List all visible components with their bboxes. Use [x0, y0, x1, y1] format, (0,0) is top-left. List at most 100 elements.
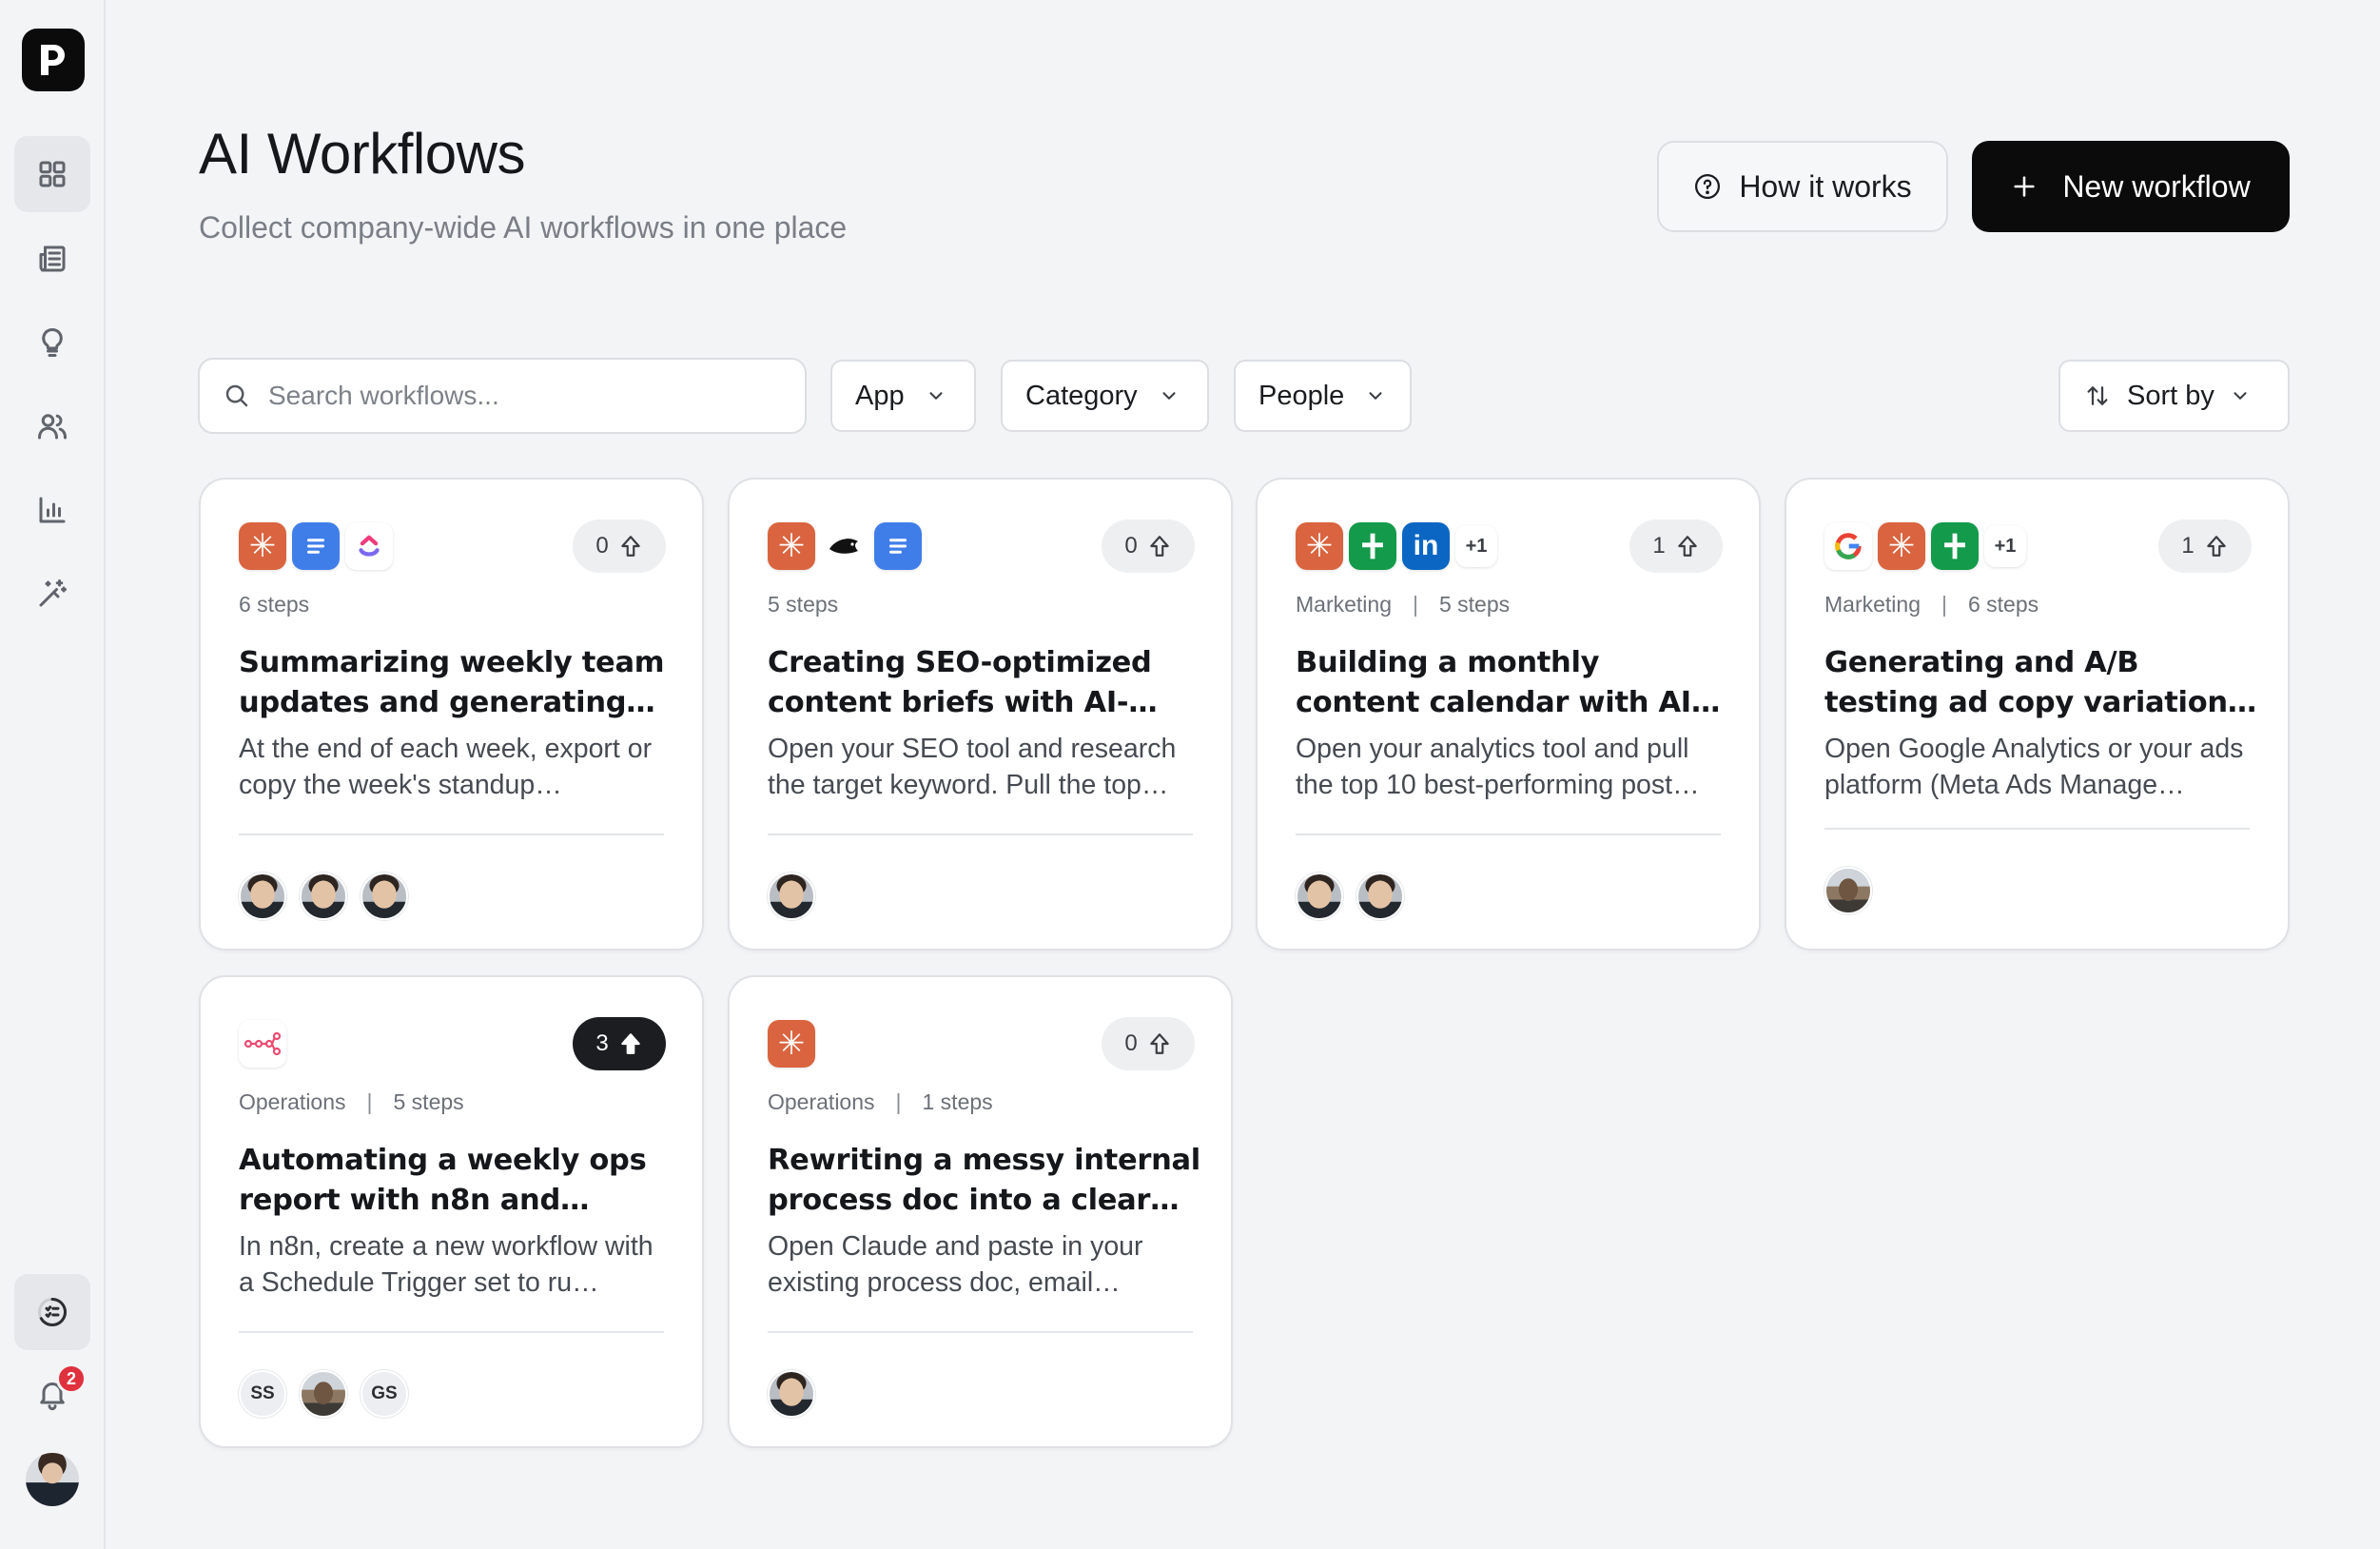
chevron-down-icon	[929, 392, 943, 400]
workflow-card[interactable]: ✳ 0 Operations | 1 steps Rewriting a mes…	[728, 975, 1233, 1448]
arrow-up-icon	[620, 1033, 640, 1054]
card-steps: 6 steps	[239, 592, 310, 617]
app-icons: ✳	[768, 1020, 815, 1068]
claude-icon: ✳	[768, 1020, 815, 1068]
meta-separator: |	[895, 1089, 902, 1114]
card-contributors	[239, 873, 408, 920]
new-workflow-label: New workflow	[2062, 168, 2251, 204]
linkedin-icon: in	[1402, 522, 1450, 570]
notification-badge: 2	[56, 1363, 87, 1394]
new-workflow-button[interactable]: New workflow	[1972, 141, 2290, 232]
card-steps: 1 steps	[922, 1089, 993, 1114]
sidebar-item-library[interactable]	[14, 221, 90, 297]
more-apps-badge: +1	[1455, 525, 1497, 567]
avatar	[768, 873, 815, 920]
page-title: AI Workflows	[199, 122, 525, 186]
upvote-count: 1	[1652, 533, 1666, 559]
avatar	[300, 1370, 347, 1418]
upvote-button[interactable]: 0	[1102, 1017, 1195, 1070]
card-contributors: SS GS	[239, 1370, 408, 1418]
card-description: Open Claude and paste in your existing p…	[768, 1231, 1143, 1298]
workflow-card[interactable]: ✳ in +1 1 Marketing | 5 steps Building a…	[1256, 478, 1761, 951]
more-apps-badge: +1	[1984, 525, 2026, 567]
card-title: Summarizing weekly team updates and gene…	[239, 646, 665, 719]
sidebar-item-ai-tools[interactable]	[14, 556, 90, 632]
meta-separator: |	[1412, 592, 1418, 617]
sidebar-item-analytics[interactable]	[14, 472, 90, 548]
workflow-card[interactable]: ✳ +1 1 Marketing | 6 steps Generating an…	[1785, 478, 2290, 951]
how-it-works-button[interactable]: How it works	[1657, 141, 1948, 232]
avatar	[1356, 873, 1404, 920]
sidebar-item-dashboard[interactable]	[14, 136, 90, 212]
arrow-up-icon	[1677, 536, 1697, 557]
how-it-works-label: How it works	[1739, 168, 1912, 204]
card-title: Building a monthly content calendar with…	[1296, 646, 1704, 719]
app-logo[interactable]	[22, 29, 85, 91]
card-category: Operations	[768, 1089, 875, 1114]
sidebar-item-ideas[interactable]	[14, 304, 90, 381]
upvote-button[interactable]: 0	[573, 520, 666, 573]
upvote-button[interactable]: 3	[573, 1017, 666, 1070]
app-filter-dropdown[interactable]: App	[830, 360, 976, 432]
card-steps: 5 steps	[1438, 592, 1511, 617]
sort-by-dropdown[interactable]: Sort by	[2058, 360, 2290, 432]
card-description: Open your analytics tool and pull the to…	[1296, 734, 1700, 800]
card-category: Operations	[239, 1089, 346, 1114]
current-user-avatar[interactable]	[26, 1453, 79, 1506]
claude-icon: ✳	[1878, 522, 1925, 570]
grid-icon	[39, 161, 66, 187]
page-subtitle: Collect company-wide AI workflows in one…	[199, 210, 848, 245]
arrow-up-icon	[1149, 536, 1169, 557]
google-icon	[1824, 522, 1872, 570]
app-icons: ✳ in +1	[1296, 522, 1497, 570]
search-box	[198, 358, 807, 434]
search-icon	[225, 384, 248, 407]
upvote-button[interactable]: 0	[1102, 520, 1195, 573]
sort-arrows-icon	[2087, 386, 2108, 405]
google-docs-icon	[292, 522, 340, 570]
avatar	[300, 873, 347, 920]
arrow-up-icon	[1149, 1033, 1169, 1054]
card-meta: Operations | 1 steps	[768, 1089, 993, 1115]
sidebar-item-people[interactable]	[14, 388, 90, 464]
sidebar-item-checklist[interactable]	[14, 1274, 90, 1350]
workflow-card[interactable]: 3 Operations | 5 steps Automating a week…	[199, 975, 704, 1448]
avatar	[1824, 867, 1872, 914]
n8n-icon	[239, 1020, 286, 1068]
chevron-down-icon	[1162, 392, 1176, 400]
avatar	[239, 873, 286, 920]
card-meta: Marketing | 6 steps	[1824, 592, 2039, 618]
card-meta: 6 steps	[239, 592, 309, 618]
arrow-up-icon	[2206, 536, 2226, 557]
upvote-button[interactable]: 1	[2158, 520, 2252, 573]
upvote-button[interactable]: 1	[1629, 520, 1723, 573]
people-filter-dropdown[interactable]: People	[1234, 360, 1412, 432]
category-filter-dropdown[interactable]: Category	[1001, 360, 1209, 432]
sidebar: 2	[0, 0, 106, 1549]
card-meta: 5 steps	[768, 592, 838, 618]
google-docs-icon	[874, 522, 922, 570]
logo-icon	[41, 45, 65, 75]
search-input[interactable]	[268, 381, 782, 411]
app-filter-label: App	[855, 380, 905, 411]
claude-icon: ✳	[239, 522, 286, 570]
divider	[768, 833, 1193, 835]
avatar: SS	[239, 1370, 286, 1418]
workflow-card[interactable]: ✳ 0 6 steps Summarizing weekly team upda…	[199, 478, 704, 951]
card-steps: 5 steps	[393, 1089, 464, 1114]
workflow-card[interactable]: ✳ 0 5 steps Creating SEO-optimized conte…	[728, 478, 1233, 951]
google-sheets-icon	[1931, 522, 1979, 570]
sidebar-item-notifications[interactable]: 2	[14, 1356, 90, 1432]
card-contributors	[1824, 867, 1872, 914]
avatar: GS	[361, 1370, 408, 1418]
lightbulb-icon	[42, 327, 63, 357]
card-description: Open your SEO tool and research the targ…	[768, 734, 1177, 800]
card-title: Creating SEO-optimized content briefs wi…	[768, 646, 1158, 719]
magic-wand-icon	[39, 579, 67, 607]
card-description: At the end of each week, export or copy …	[239, 734, 653, 800]
people-filter-label: People	[1258, 380, 1345, 411]
divider	[1824, 828, 2250, 830]
chevron-down-icon	[1369, 392, 1382, 400]
card-contributors	[1296, 873, 1404, 920]
upvote-count: 1	[2181, 533, 2195, 559]
